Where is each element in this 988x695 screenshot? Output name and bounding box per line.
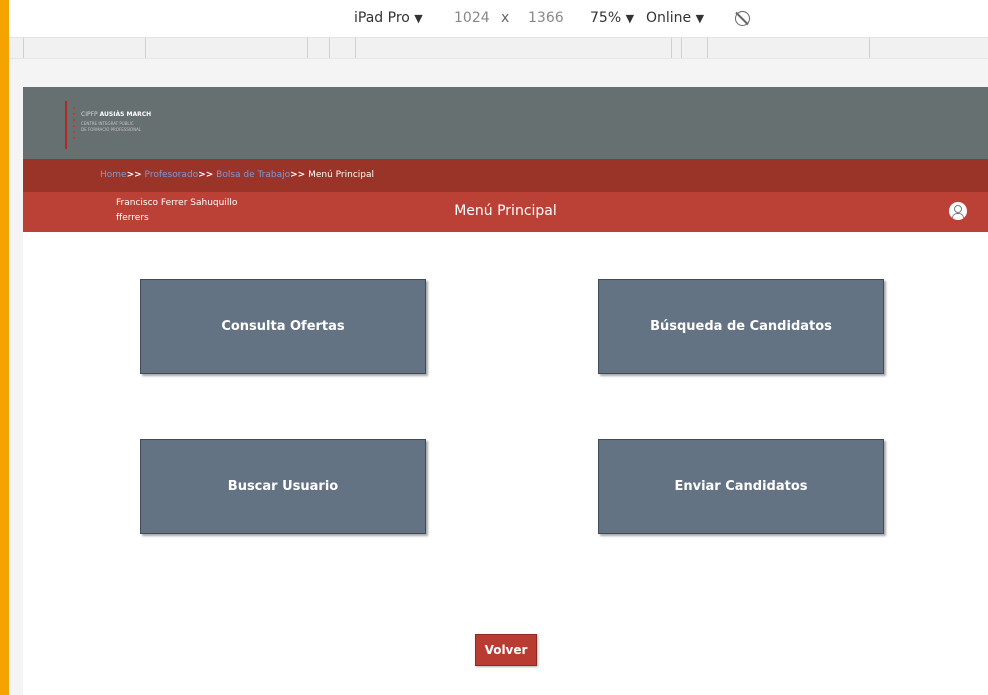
rotate-icon[interactable] <box>735 11 750 26</box>
busqueda-candidatos-button[interactable]: Búsqueda de Candidatos <box>598 279 884 374</box>
network-select[interactable]: Online ▼ <box>646 10 704 26</box>
logo-prefix: CIPFP <box>81 111 98 118</box>
user-circle-icon[interactable] <box>949 202 967 220</box>
chevron-down-icon: ▼ <box>695 12 705 25</box>
breadcrumb-home[interactable]: Home <box>100 170 127 180</box>
logo-name: AUSIÀS MARCH <box>99 111 152 118</box>
times-icon: x <box>501 10 510 26</box>
breadcrumb-separator: >> <box>126 170 142 180</box>
zoom-value: 75% <box>590 10 622 26</box>
breadcrumb-separator: >> <box>290 170 306 180</box>
device-select[interactable]: iPad Pro ▼ <box>354 10 423 26</box>
breadcrumb-separator: >> <box>198 170 214 180</box>
page-title: Menú Principal <box>454 203 557 219</box>
logo-title: CIPFP AUSIÀS MARCH <box>81 111 151 118</box>
emulated-page: CIPFP AUSIÀS MARCH CENTRE INTEGRAT PÚBLI… <box>23 87 988 695</box>
zoom-select[interactable]: 75% ▼ <box>590 10 634 26</box>
browser-frame: iPad Pro ▼ 1024 x 1366 75% ▼ Online ▼ CI… <box>9 0 988 695</box>
buscar-usuario-button[interactable]: Buscar Usuario <box>140 439 426 534</box>
consulta-ofertas-button[interactable]: Consulta Ofertas <box>140 279 426 374</box>
breadcrumb-profesorado[interactable]: Profesorado <box>145 170 199 180</box>
site-logo[interactable]: CIPFP AUSIÀS MARCH CENTRE INTEGRAT PÚBLI… <box>65 101 185 151</box>
breadcrumb: Home>> Profesorado>> Bolsa de Trabajo>> … <box>23 159 988 192</box>
logo-subtitle-line2: DE FORMACIÓ PROFESSIONAL <box>81 127 142 132</box>
user-bar: Francisco Ferrer Sahuquillo fferrers Men… <box>23 192 988 232</box>
enviar-candidatos-button[interactable]: Enviar Candidatos <box>598 439 884 534</box>
chevron-down-icon: ▼ <box>625 12 635 25</box>
logo-subtitle: CENTRE INTEGRAT PÚBLIC DE FORMACIÓ PROFE… <box>81 121 141 133</box>
site-header: CIPFP AUSIÀS MARCH CENTRE INTEGRAT PÚBLI… <box>23 87 988 159</box>
logo-dots <box>71 105 77 141</box>
logo-bar <box>65 101 70 149</box>
network-value: Online <box>646 10 692 26</box>
width-field[interactable]: 1024 <box>454 10 490 26</box>
device-toolbar: iPad Pro ▼ 1024 x 1366 75% ▼ Online ▼ <box>9 0 988 38</box>
height-field[interactable]: 1366 <box>528 10 564 26</box>
chevron-down-icon: ▼ <box>414 12 423 25</box>
breadcrumb-bolsa-de-trabajo[interactable]: Bolsa de Trabajo <box>216 170 290 180</box>
breadcrumb-current: Menú Principal <box>308 170 375 180</box>
media-query-ruler[interactable] <box>9 38 988 59</box>
volver-button[interactable]: Volver <box>475 634 537 666</box>
device-name: iPad Pro <box>354 10 410 26</box>
